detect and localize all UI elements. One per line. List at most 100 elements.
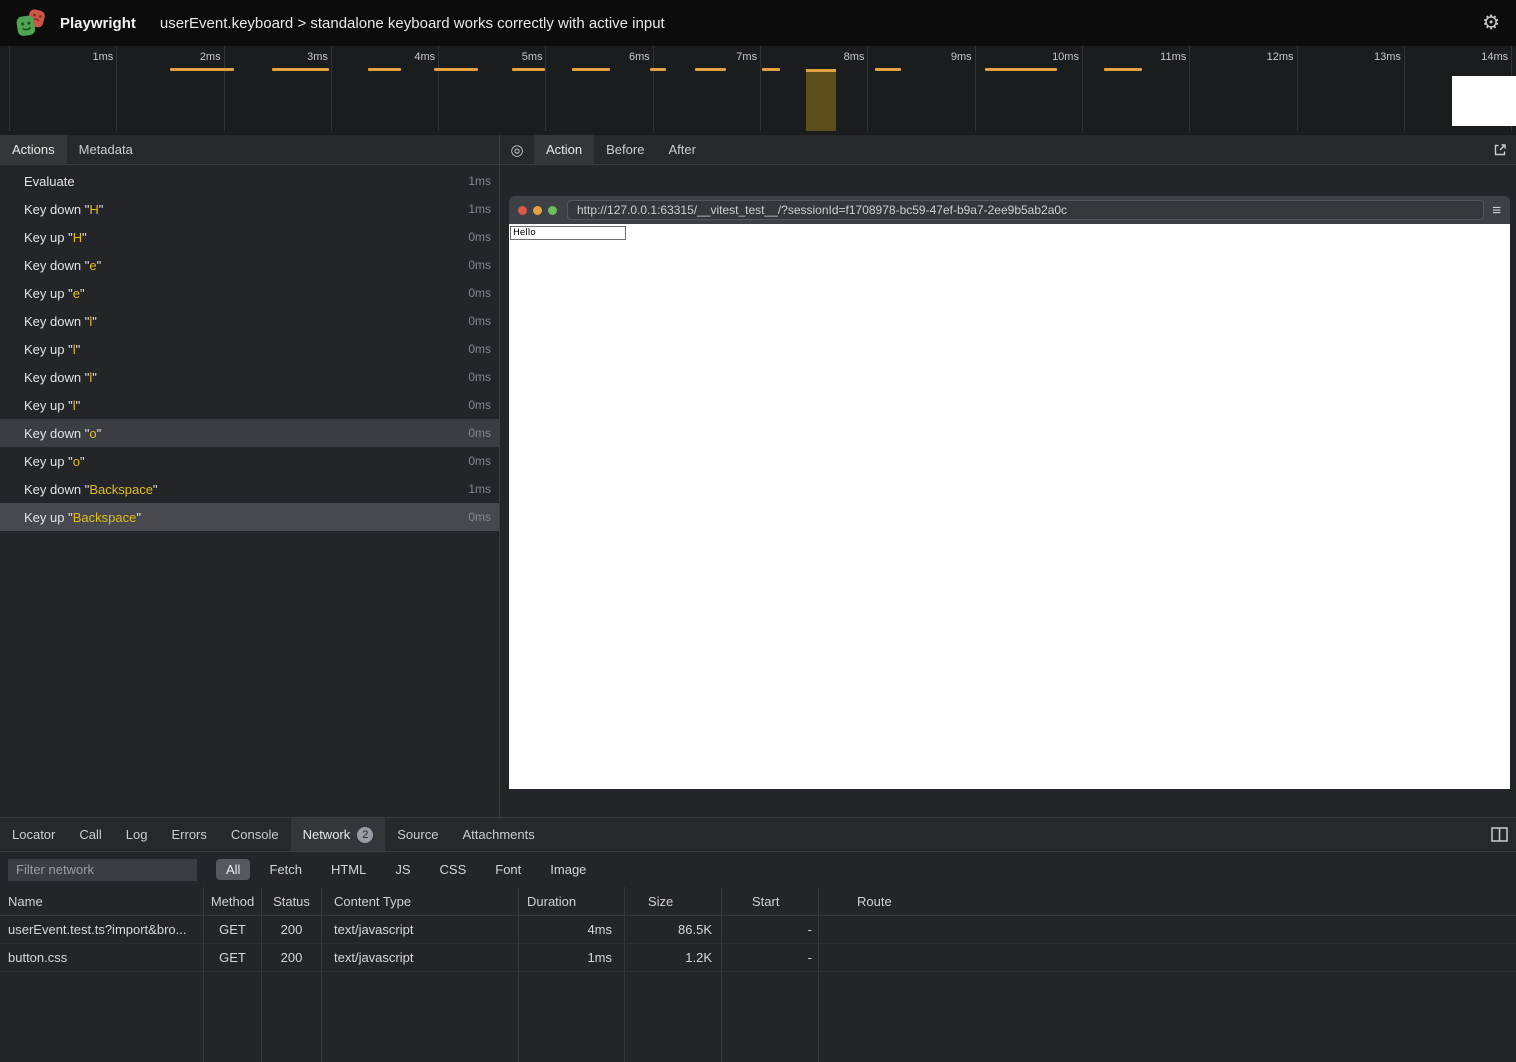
network-type-filters: All Fetch HTML JS CSS Font Image (216, 859, 596, 880)
app-title: Playwright (60, 15, 136, 32)
snapshot-page (509, 224, 1510, 789)
actions-panel: ActionsMetadata Evaluate1msKey down "H"1… (0, 135, 500, 817)
network-cell: text/javascript (322, 944, 519, 971)
filter-chip-fetch[interactable]: Fetch (259, 859, 312, 880)
timeline-tick-label: 13ms (1374, 51, 1401, 63)
timeline-activity-bar (762, 68, 780, 71)
split-view-icon[interactable] (1483, 818, 1516, 851)
tab-log[interactable]: Log (114, 818, 160, 851)
snapshot-tabbar: ◎ ActionBefore After (500, 135, 1516, 165)
action-label: Key down "e" (24, 258, 101, 273)
tab-label: After (668, 142, 695, 157)
action-duration: 0ms (468, 370, 491, 384)
network-cell: 200 (262, 944, 322, 971)
network-table-body: userEvent.test.ts?import&bro...GET200tex… (0, 916, 1516, 972)
network-cell: GET (204, 916, 262, 943)
timeline-tick-label: 12ms (1267, 51, 1294, 63)
snapshot-text-input[interactable] (510, 226, 626, 240)
snapshot-tabbar-tabs: ActionBefore After (534, 135, 708, 164)
main-split: ActionsMetadata Evaluate1msKey down "H"1… (0, 135, 1516, 817)
action-label: Key up "H" (24, 230, 87, 245)
action-label: Key down "l" (24, 314, 97, 329)
network-table-filler (0, 972, 1516, 1062)
tab-errors[interactable]: Errors (159, 818, 218, 851)
timeline-tick: 5ms (439, 46, 546, 131)
filter-chip-image[interactable]: Image (540, 859, 596, 880)
trace-viewer-app: Playwright userEvent.keyboard > standalo… (0, 0, 1516, 1062)
timeline-tick: 11ms (1083, 46, 1190, 131)
network-cell: text/javascript (322, 916, 519, 943)
action-row[interactable]: Key down "H"1ms (0, 195, 499, 223)
filter-chip-css[interactable]: CSS (430, 859, 477, 880)
action-duration: 0ms (468, 510, 491, 524)
action-label: Evaluate (24, 174, 75, 189)
action-row[interactable]: Key up "l" 0ms (0, 391, 499, 419)
network-request-row[interactable]: button.cssGET200text/javascript1ms1.2K- (0, 944, 1516, 972)
filter-chip-html[interactable]: HTML (321, 859, 376, 880)
tab-action[interactable]: Action (534, 135, 594, 164)
action-duration: 0ms (468, 342, 491, 356)
action-label: Key down "o" (24, 426, 101, 441)
action-row[interactable]: Key down "e"0ms (0, 251, 499, 279)
pick-locator-icon[interactable]: ◎ (500, 135, 534, 164)
action-label: Key up "o" (24, 454, 85, 469)
tab-network[interactable]: Network2 (291, 818, 386, 851)
timeline-tick-label: 10ms (1052, 51, 1079, 63)
filter-chip-font[interactable]: Font (485, 859, 531, 880)
tab-label: Locator (12, 827, 55, 842)
timeline-tick: 13ms (1298, 46, 1405, 131)
timeline-activity-bar (434, 68, 478, 71)
bottom-tabbar: Locator CallLogErrorsConsoleNetwork2 Sourc… (0, 818, 1516, 852)
tab-locator[interactable]: Locator (0, 818, 67, 851)
timeline-tick-label: 1ms (93, 51, 114, 63)
tab-after[interactable]: After (656, 135, 707, 164)
timeline-tick: 1ms (10, 46, 117, 131)
filter-chip-js[interactable]: JS (385, 859, 420, 880)
network-cell: userEvent.test.ts?import&bro... (0, 916, 204, 943)
action-duration: 0ms (468, 426, 491, 440)
tab-label: Attachments (462, 827, 534, 842)
action-row[interactable]: Key up "H"0ms (0, 223, 499, 251)
action-row[interactable]: Key up "Backspace"0ms (0, 503, 499, 531)
network-filter-input[interactable] (8, 859, 197, 881)
action-row[interactable]: Evaluate1ms (0, 167, 499, 195)
action-row[interactable]: Key down "l" 0ms (0, 307, 499, 335)
action-row[interactable]: Key up "l"0ms (0, 335, 499, 363)
filter-chip-all[interactable]: All (216, 859, 250, 880)
timeline-tick: 2ms (117, 46, 224, 131)
timeline[interactable]: 1ms2ms3ms4ms5ms6ms7ms8ms9ms10ms11ms12ms1… (0, 46, 1516, 135)
tab-call[interactable]: Call (67, 818, 113, 851)
tab-source[interactable]: Source (385, 818, 450, 851)
action-duration: 0ms (468, 398, 491, 412)
tab-label: Source (397, 827, 438, 842)
network-cell: 1ms (519, 944, 625, 971)
action-list: Evaluate1msKey down "H"1msKey up "H"0msK… (0, 165, 499, 817)
action-row[interactable]: Key up "o"0ms (0, 447, 499, 475)
action-label: Key up "e" (24, 286, 85, 301)
timeline-activity-bar (170, 68, 234, 71)
action-duration: 0ms (468, 314, 491, 328)
timeline-screenshot-thumb (1452, 76, 1516, 126)
timeline-tick: 7ms (654, 46, 761, 131)
traffic-light-green-icon (548, 206, 557, 215)
tab-attachments[interactable]: Attachments (450, 818, 546, 851)
playwright-logo-icon (16, 8, 46, 38)
network-request-row[interactable]: userEvent.test.ts?import&bro...GET200tex… (0, 916, 1516, 944)
network-filler-cell (204, 972, 262, 1062)
action-row[interactable]: Key down "l"0ms (0, 363, 499, 391)
tab-console[interactable]: Console (219, 818, 291, 851)
action-label: Key up "l" (24, 398, 80, 413)
action-row[interactable]: Key down "o" 0ms (0, 419, 499, 447)
action-row[interactable]: Key up "e"0ms (0, 279, 499, 307)
action-row[interactable]: Key down "Backspace"1ms (0, 475, 499, 503)
tab-before[interactable]: Before (594, 135, 656, 164)
timeline-tick: 9ms (868, 46, 975, 131)
network-filler-cell (722, 972, 819, 1062)
tab-metadata[interactable]: Metadata (67, 135, 145, 164)
tab-actions[interactable]: Actions (0, 135, 67, 164)
timeline-tick: 12ms (1190, 46, 1297, 131)
network-cell: GET (204, 944, 262, 971)
timeline-tick-label: 3ms (307, 51, 328, 63)
open-snapshot-external-icon[interactable] (1484, 135, 1516, 164)
settings-gear-icon[interactable]: ⚙ (1482, 13, 1500, 33)
